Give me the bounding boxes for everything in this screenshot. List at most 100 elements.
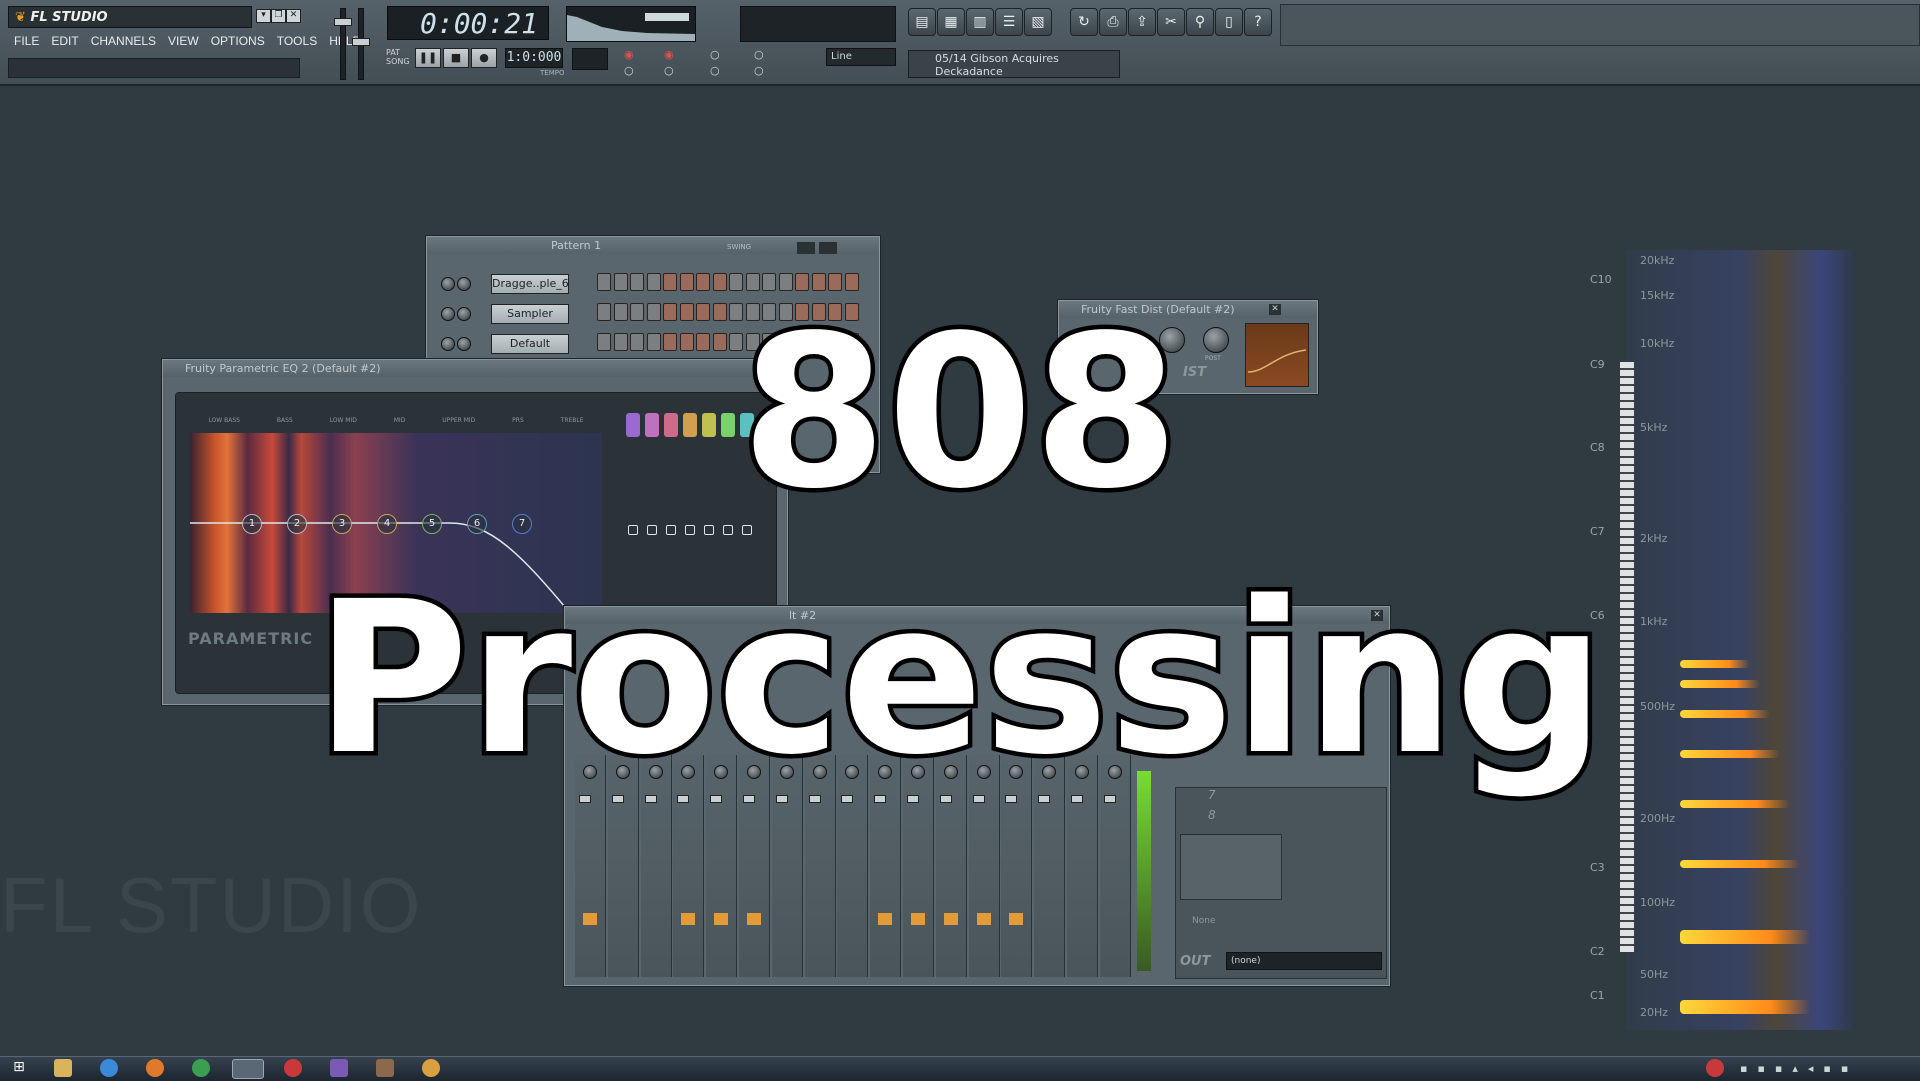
step-button[interactable] — [795, 273, 809, 291]
windows-start-icon[interactable]: ⊞ — [10, 1059, 28, 1077]
chrome-icon[interactable] — [192, 1059, 210, 1077]
fx-indicator-icon[interactable] — [943, 913, 958, 925]
output-selector[interactable]: (none) — [1226, 952, 1382, 970]
swing-label: SWING — [727, 243, 752, 251]
keyboard-editor-icon[interactable] — [819, 242, 837, 254]
search-icon[interactable]: ⚲ — [1186, 8, 1214, 36]
multilink-icon[interactable]: ○ — [754, 64, 764, 77]
menu-tools[interactable]: TOOLS — [271, 32, 323, 50]
step-button[interactable] — [646, 273, 661, 291]
record-toggle-icon[interactable]: ◉ — [624, 48, 634, 61]
notes-icon[interactable]: ▯ — [1215, 8, 1243, 36]
menu-file[interactable]: FILE — [8, 32, 45, 50]
app-logo: ❦ FL STUDIO — [8, 6, 252, 28]
stop-button[interactable]: ■ — [443, 48, 469, 68]
eq-slider-handle[interactable] — [647, 525, 657, 535]
eq-slider-handle[interactable] — [723, 525, 733, 535]
blend-notes-icon[interactable]: ○ — [754, 48, 764, 61]
step-button[interactable] — [663, 273, 677, 291]
slot-8[interactable]: 8 — [1208, 808, 1216, 822]
step-button[interactable] — [762, 273, 776, 291]
fx-indicator-icon[interactable] — [1009, 913, 1024, 925]
step-sequencer-icon[interactable]: ▦ — [937, 8, 965, 36]
fx-indicator-icon[interactable] — [976, 913, 991, 925]
mixer-icon[interactable]: ▧ — [1024, 8, 1052, 36]
step-button[interactable] — [729, 273, 743, 291]
countdown-icon[interactable]: ○ — [710, 64, 720, 77]
graph-editor-icon[interactable] — [797, 242, 815, 254]
news-panel[interactable]: 05/14 Gibson Acquires Deckadance — [908, 50, 1120, 78]
step-button[interactable] — [597, 273, 611, 291]
export-icon[interactable]: ⇪ — [1128, 8, 1156, 36]
wait-input-icon[interactable]: ○ — [664, 64, 674, 77]
system-tray[interactable]: ▪▪▪▴◂▪▪ — [1740, 1062, 1910, 1076]
step-button[interactable] — [613, 273, 628, 291]
fx-indicator-icon[interactable] — [583, 913, 597, 925]
help-icon[interactable]: ? — [1244, 8, 1272, 36]
app-taskbar-icon[interactable] — [376, 1059, 394, 1077]
fx-indicator-icon[interactable] — [681, 913, 696, 925]
eq-slider-handle[interactable] — [704, 525, 714, 535]
app-taskbar-icon[interactable] — [284, 1059, 302, 1077]
step-button[interactable] — [844, 273, 859, 291]
file-explorer-icon[interactable] — [54, 1059, 72, 1077]
fl-fruit-taskbar-icon[interactable] — [422, 1059, 440, 1077]
snap-selector[interactable]: Line — [826, 48, 896, 66]
channel-volume-knob[interactable] — [457, 277, 471, 291]
record-tray-icon[interactable] — [1706, 1059, 1724, 1077]
fx-indicator-icon[interactable] — [714, 913, 729, 925]
step-button[interactable] — [712, 273, 727, 291]
frequency-label: 100Hz — [1640, 896, 1676, 909]
channel-pan-knob[interactable] — [441, 277, 455, 291]
step-button[interactable] — [811, 273, 826, 291]
tools-icon[interactable]: ✂ — [1157, 8, 1185, 36]
master-pitch-handle[interactable] — [352, 38, 370, 46]
menu-edit[interactable]: EDIT — [45, 32, 84, 50]
premiere-icon[interactable] — [330, 1059, 348, 1077]
pat-song-switch[interactable]: PAT SONG — [386, 48, 410, 66]
fx-indicator-icon[interactable] — [747, 913, 761, 925]
master-volume-handle[interactable] — [334, 18, 352, 26]
spectrogram-band — [1680, 1000, 1810, 1014]
restore-button[interactable]: ❐ — [271, 9, 286, 23]
slot-none[interactable]: None — [1192, 916, 1215, 926]
menu-options[interactable]: OPTIONS — [205, 32, 271, 50]
fl-studio-taskbar-icon[interactable] — [232, 1059, 264, 1079]
channel-button-1[interactable]: Dragge..ple_6 — [491, 274, 569, 294]
step-button[interactable] — [828, 273, 842, 291]
eq-slider-handle[interactable] — [666, 525, 676, 535]
fx-indicator-icon[interactable] — [911, 913, 925, 925]
eq-slider-handle[interactable] — [685, 525, 695, 535]
internet-explorer-icon[interactable] — [100, 1059, 118, 1077]
menu-view[interactable]: VIEW — [162, 32, 205, 50]
menu-channels[interactable]: CHANNELS — [85, 32, 162, 50]
firefox-icon[interactable] — [146, 1059, 164, 1077]
record-button[interactable]: ● — [471, 48, 497, 68]
step-button[interactable] — [745, 273, 760, 291]
step-button[interactable] — [696, 273, 710, 291]
fl-studio-watermark: FL STUDIO — [0, 861, 423, 949]
eq-slider-handle[interactable] — [628, 525, 638, 535]
spectrogram-band — [1680, 800, 1790, 808]
pattern-selector[interactable] — [572, 48, 608, 70]
minimize-button[interactable]: ▾ — [256, 9, 271, 23]
fx-indicator-icon[interactable] — [878, 913, 893, 925]
undo-history-icon[interactable]: ↻ — [1070, 8, 1098, 36]
save-icon[interactable]: ⎙ — [1099, 8, 1127, 36]
bar-beat-display[interactable]: 1:0:000 — [505, 48, 563, 68]
close-button[interactable]: ✕ — [286, 9, 301, 23]
piano-roll-icon[interactable]: ▥ — [966, 8, 994, 36]
eq-mini-display[interactable] — [1180, 834, 1282, 900]
browser-icon[interactable]: ☰ — [995, 8, 1023, 36]
typing-keyboard-icon[interactable]: ○ — [624, 64, 634, 77]
time-display[interactable]: 0:00:21 — [387, 6, 549, 40]
playlist-icon[interactable]: ▤ — [908, 8, 936, 36]
metronome-icon[interactable]: ◉ — [664, 48, 674, 61]
play-button[interactable]: ❚❚ — [415, 48, 441, 68]
step-button[interactable] — [679, 273, 694, 291]
oscilloscope-display — [566, 6, 696, 42]
step-edit-icon[interactable]: ○ — [710, 48, 720, 61]
step-button[interactable] — [630, 273, 644, 291]
step-button[interactable] — [778, 273, 793, 291]
fl-fruit-icon: ❦ — [15, 10, 26, 25]
